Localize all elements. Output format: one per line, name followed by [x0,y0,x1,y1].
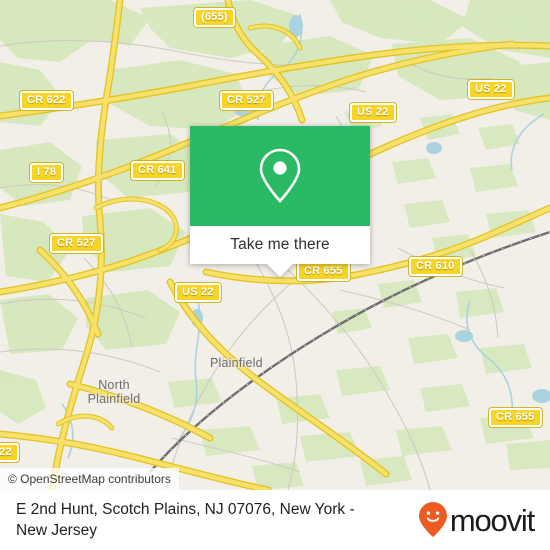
map-pin-icon [257,147,303,205]
road-shield: I 78 [30,163,64,182]
map-attribution[interactable]: © OpenStreetMap contributors [0,468,179,490]
road-shield: CR 527 [220,91,273,110]
road-shield: US 22 [350,103,396,122]
map-canvas[interactable]: Plainfield North Plainfield (655) US 22 … [0,0,550,490]
moovit-map-screenshot: Plainfield North Plainfield (655) US 22 … [0,0,550,550]
road-shield: CR 641 [131,161,184,180]
attribution-text: © OpenStreetMap contributors [8,472,171,486]
moovit-logo[interactable]: moovit [418,501,535,539]
road-shield: US 22 [468,80,514,99]
moovit-pin-icon [418,501,448,539]
road-shield: US 22 [175,283,221,302]
location-title: E 2nd Hunt, Scotch Plains, NJ 07076, New… [16,501,355,539]
place-label: North Plainfield [87,378,141,406]
popup-action-label: Take me there [230,236,330,253]
footer-bar: E 2nd Hunt, Scotch Plains, NJ 07076, New… [0,490,550,550]
road-shield: (655) [194,8,235,27]
road-shield: CR 527 [50,234,103,253]
place-label: Plainfield [210,356,263,370]
road-shield: 22 [0,443,19,462]
moovit-wordmark: moovit [449,502,535,538]
popup-header [190,126,370,226]
road-shield: CR 622 [20,91,73,110]
destination-popup[interactable]: Take me there [190,126,370,277]
road-shield: CR 610 [409,257,462,276]
popup-pointer [267,264,293,277]
road-shield: CR 655 [297,262,350,281]
road-shield: CR 655 [489,408,542,427]
popup-action[interactable]: Take me there [190,226,370,264]
